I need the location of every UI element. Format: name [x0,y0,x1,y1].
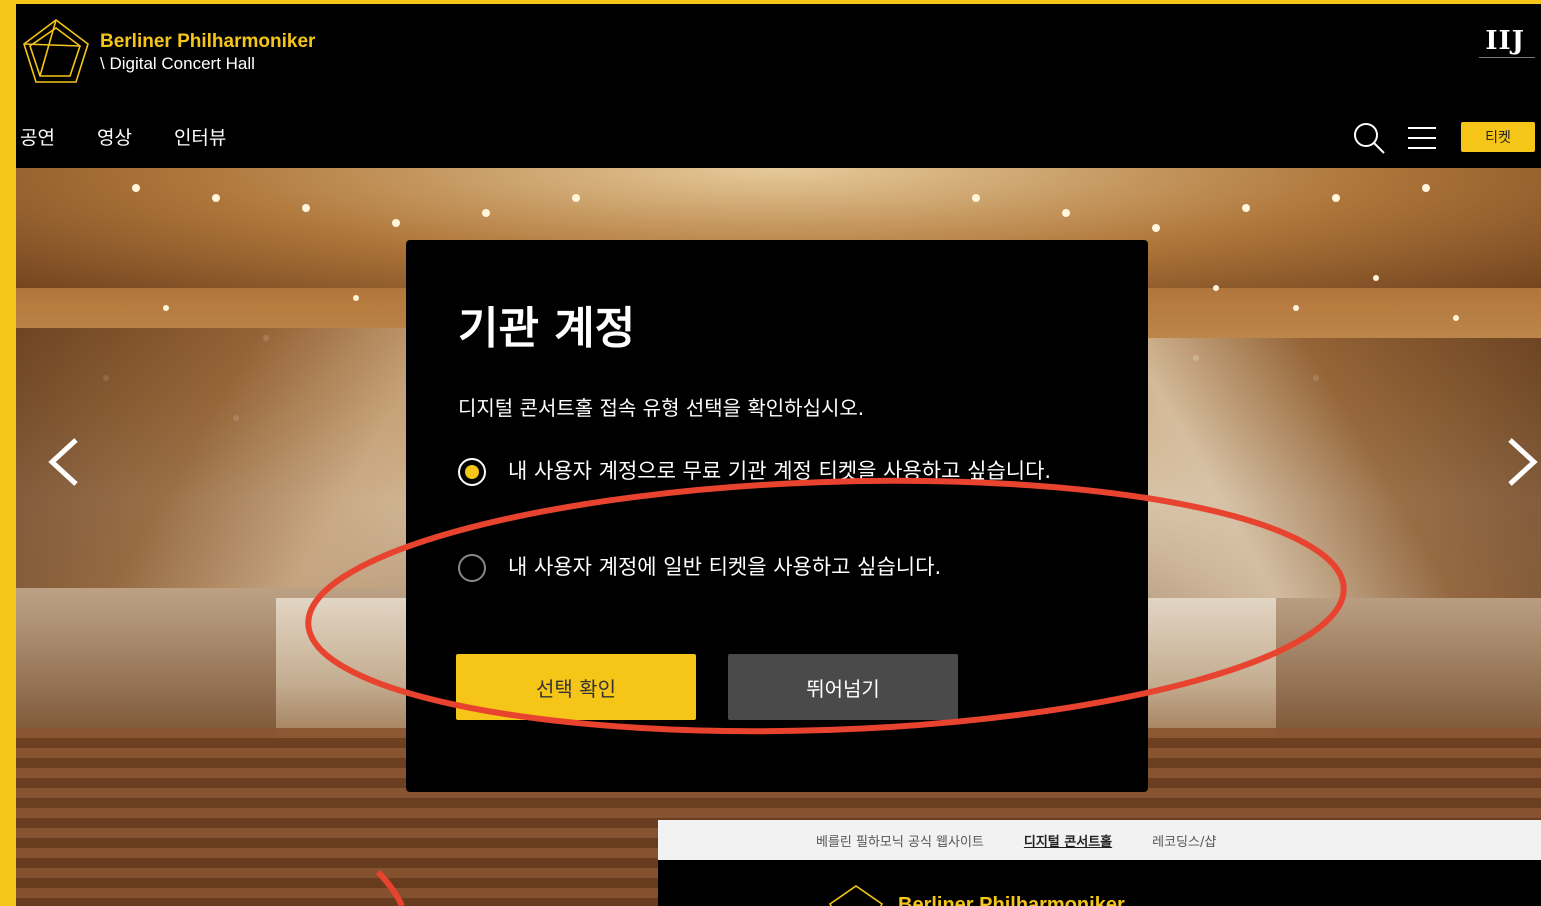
nav-item-concerts[interactable]: 공연 [20,123,55,150]
nav-item-videos[interactable]: 영상 [97,123,132,150]
institutional-account-dialog: 기관 계정 디지털 콘서트홀 접속 유형 선택을 확인하십시오. 내 사용자 계… [406,240,1148,792]
link-recordings-shop[interactable]: 레코딩스/샵 [1152,831,1216,850]
brand-subtitle[interactable]: \ Digital Concert Hall [100,54,255,74]
pentagon-logo-icon[interactable] [20,16,92,86]
partner-logo-underline [1479,57,1535,61]
dialog-title: 기관 계정 [458,303,636,354]
inset-brand-title: Berliner Philharmoniker [898,894,1125,906]
partner-logo: IIJ [1485,26,1525,56]
option-institutional-ticket[interactable]: 내 사용자 계정으로 무료 기관 계정 티켓을 사용하고 싶습니다. [458,458,1108,488]
confirm-selection-button[interactable]: 선택 확인 [456,654,696,720]
menu-icon[interactable] [1406,124,1438,152]
skip-button[interactable]: 뛰어넘기 [728,654,958,720]
inset-top-links: 베를린 필하모닉 공식 웹사이트 디지털 콘서트홀 레코딩스/샵 [658,820,1541,860]
ticket-button[interactable]: 티켓 [1461,122,1535,152]
radio-button-selected[interactable] [458,458,486,486]
main-nav: 공연 영상 인터뷰 [20,123,226,150]
dialog-description: 디지털 콘서트홀 접속 유형 선택을 확인하십시오. [458,396,865,420]
option-label: 내 사용자 계정으로 무료 기관 계정 티켓을 사용하고 싶습니다. [508,459,1052,483]
inset-screenshot: 베를린 필하모닉 공식 웹사이트 디지털 콘서트홀 레코딩스/샵 Berline… [658,820,1541,906]
option-label: 내 사용자 계정에 일반 티켓을 사용하고 싶습니다. [508,555,942,579]
chevron-left-icon[interactable] [44,432,84,492]
app-frame: Berliner Philharmoniker \ Digital Concer… [16,4,1541,906]
pentagon-logo-icon [828,885,884,906]
balcony-right [1101,338,1541,598]
header: Berliner Philharmoniker \ Digital Concer… [16,4,1541,168]
nav-item-interviews[interactable]: 인터뷰 [174,123,226,150]
radio-button[interactable] [458,554,486,582]
link-digital-concert-hall[interactable]: 디지털 콘서트홀 [1024,831,1112,850]
option-regular-ticket[interactable]: 내 사용자 계정에 일반 티켓을 사용하고 싶습니다. [458,554,941,584]
search-icon[interactable] [1352,121,1386,155]
link-official-site[interactable]: 베를린 필하모닉 공식 웹사이트 [816,831,984,850]
chevron-right-icon[interactable] [1502,432,1541,492]
brand-title[interactable]: Berliner Philharmoniker [100,31,315,53]
